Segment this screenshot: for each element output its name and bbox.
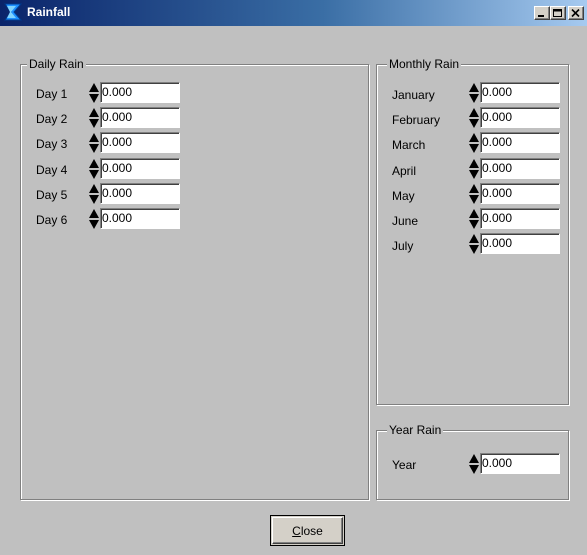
day-label: Day 1	[36, 87, 68, 101]
month-value-input[interactable]: 0.000	[480, 107, 560, 128]
arrow-up-icon[interactable]	[469, 159, 479, 168]
month-label: March	[392, 138, 426, 152]
day-label: Day 4	[36, 163, 68, 177]
title-bar[interactable]: Rainfall	[0, 0, 587, 26]
month-value-input[interactable]: 0.000	[480, 183, 560, 204]
arrow-up-icon[interactable]	[469, 234, 479, 243]
minimize-button[interactable]	[534, 6, 550, 20]
arrow-down-icon[interactable]	[469, 245, 479, 254]
arrow-up-icon[interactable]	[89, 184, 99, 193]
close-x-icon	[571, 9, 580, 18]
arrow-down-icon[interactable]	[89, 119, 99, 128]
month-label: July	[392, 239, 414, 253]
month-value-input[interactable]: 0.000	[480, 132, 560, 153]
arrow-up-icon[interactable]	[89, 108, 99, 117]
spinner[interactable]	[89, 133, 99, 153]
spinner[interactable]	[469, 454, 479, 474]
arrow-down-icon[interactable]	[89, 170, 99, 179]
spinner[interactable]	[469, 209, 479, 229]
day-value-input[interactable]: 0.000	[100, 82, 180, 103]
month-label: April	[392, 164, 417, 178]
arrow-up-icon[interactable]	[469, 133, 479, 142]
minimize-icon	[538, 15, 544, 17]
arrow-up-icon[interactable]	[89, 159, 99, 168]
arrow-up-icon[interactable]	[469, 83, 479, 92]
close-window-button[interactable]	[568, 6, 584, 20]
arrow-down-icon[interactable]	[469, 119, 479, 128]
daily-rain-legend: Daily Rain	[27, 57, 86, 71]
daily-rain-group: Daily Rain	[20, 57, 369, 500]
spinner[interactable]	[89, 108, 99, 128]
year-rain-legend: Year Rain	[387, 423, 444, 437]
month-label: May	[392, 189, 415, 203]
day-label: Day 6	[36, 213, 68, 227]
arrow-down-icon[interactable]	[89, 220, 99, 229]
arrow-up-icon[interactable]	[469, 184, 479, 193]
arrow-down-icon[interactable]	[469, 144, 479, 153]
month-value-input[interactable]: 0.000	[480, 208, 560, 229]
day-value-input[interactable]: 0.000	[100, 183, 180, 204]
day-label: Day 3	[36, 137, 68, 151]
day-value-input[interactable]: 0.000	[100, 107, 180, 128]
spinner[interactable]	[469, 108, 479, 128]
maximize-button[interactable]	[550, 6, 566, 20]
arrow-down-icon[interactable]	[469, 170, 479, 179]
arrow-down-icon[interactable]	[469, 465, 479, 474]
arrow-up-icon[interactable]	[89, 133, 99, 142]
spinner[interactable]	[469, 83, 479, 103]
arrow-down-icon[interactable]	[89, 144, 99, 153]
month-value-input[interactable]: 0.000	[480, 233, 560, 254]
month-label: January	[392, 88, 435, 102]
spinner[interactable]	[89, 83, 99, 103]
spinner[interactable]	[469, 133, 479, 153]
day-value-input[interactable]: 0.000	[100, 208, 180, 229]
arrow-down-icon[interactable]	[469, 220, 479, 229]
arrow-up-icon[interactable]	[89, 209, 99, 218]
spinner[interactable]	[469, 234, 479, 254]
spinner[interactable]	[469, 184, 479, 204]
close-mnemonic: C	[292, 523, 301, 538]
arrow-up-icon[interactable]	[469, 454, 479, 463]
close-label-rest: lose	[300, 523, 323, 538]
year-label: Year	[392, 458, 417, 472]
arrow-down-icon[interactable]	[469, 94, 479, 103]
monthly-rain-legend: Monthly Rain	[387, 57, 462, 71]
arrow-up-icon[interactable]	[89, 83, 99, 92]
day-label: Day 5	[36, 188, 68, 202]
app-icon	[4, 3, 22, 21]
rainfall-window: Rainfall Daily Rain Day 1 0.000 Day 2 0.…	[0, 0, 587, 555]
day-label: Day 2	[36, 112, 68, 126]
month-value-input[interactable]: 0.000	[480, 158, 560, 179]
window-title: Rainfall	[27, 5, 71, 19]
arrow-down-icon[interactable]	[89, 195, 99, 204]
arrow-up-icon[interactable]	[469, 108, 479, 117]
spinner[interactable]	[89, 159, 99, 179]
maximize-icon	[553, 9, 562, 17]
year-value-input[interactable]: 0.000	[480, 453, 560, 474]
close-button-face: Close	[272, 517, 343, 544]
month-value-input[interactable]: 0.000	[480, 82, 560, 103]
close-button[interactable]: Close	[270, 515, 345, 546]
arrow-down-icon[interactable]	[89, 94, 99, 103]
day-value-input[interactable]: 0.000	[100, 132, 180, 153]
spinner[interactable]	[89, 184, 99, 204]
day-value-input[interactable]: 0.000	[100, 158, 180, 179]
spinner[interactable]	[89, 209, 99, 229]
month-label: June	[392, 214, 419, 228]
month-label: February	[392, 113, 441, 127]
spinner[interactable]	[469, 159, 479, 179]
arrow-down-icon[interactable]	[469, 195, 479, 204]
arrow-up-icon[interactable]	[469, 209, 479, 218]
